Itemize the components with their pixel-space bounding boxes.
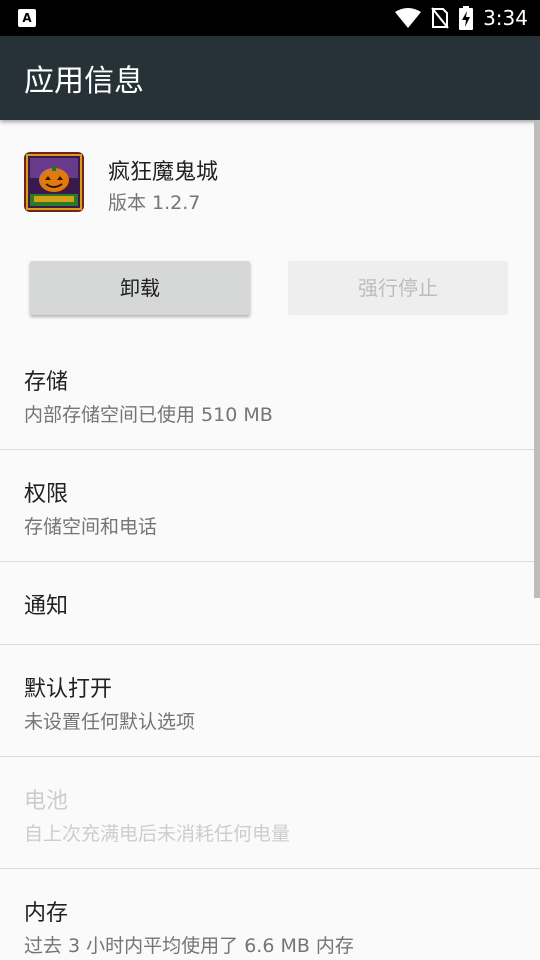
page-title: 应用信息: [24, 64, 144, 99]
status-icons: 3:34: [385, 0, 528, 36]
app-version: 版本 1.2.7: [108, 192, 201, 214]
settings-item-title: 存储: [24, 370, 69, 395]
settings-item-title: 电池: [24, 789, 69, 814]
app-header: 疯狂魔鬼城 版本 1.2.7: [0, 120, 540, 240]
app-name: 疯狂魔鬼城: [108, 160, 219, 185]
settings-item-title: 内存: [24, 901, 69, 926]
settings-item-battery: 电池 自上次充满电后未消耗任何电量: [0, 757, 540, 869]
settings-item-title: 通知: [24, 594, 69, 619]
settings-item-notifications[interactable]: 通知: [0, 562, 540, 644]
settings-item-memory[interactable]: 内存 过去 3 小时内平均使用了 6.6 MB 内存: [0, 869, 540, 960]
no-sim-icon: [431, 7, 449, 29]
app-bar: 应用信息: [0, 36, 540, 120]
settings-item-summary: 自上次充满电后未消耗任何电量: [24, 823, 291, 845]
settings-item-open-by-default[interactable]: 默认打开 未设置任何默认选项: [0, 645, 540, 757]
settings-item-summary: 未设置任何默认选项: [24, 711, 196, 733]
settings-item-summary: 内部存储空间已使用 510 MB: [24, 404, 273, 426]
battery-charging-icon: [459, 6, 474, 30]
status-bar: A 3:34: [0, 0, 540, 36]
settings-item-permissions[interactable]: 权限 存储空间和电话: [0, 450, 540, 562]
uninstall-button[interactable]: 卸载: [30, 261, 250, 315]
status-time: 3:34: [483, 6, 528, 30]
settings-item-title: 权限: [24, 482, 69, 507]
app-icon: [24, 152, 84, 212]
accessibility-notification-icon: A: [18, 9, 36, 27]
settings-item-summary: 存储空间和电话: [24, 516, 158, 538]
settings-item-title: 默认打开: [24, 677, 113, 702]
wifi-icon: [395, 8, 422, 28]
app-info-content: 疯狂魔鬼城 版本 1.2.7 卸载 强行停止 存储 内部存储空间已使用 510 …: [0, 120, 540, 960]
settings-item-storage[interactable]: 存储 内部存储空间已使用 510 MB: [0, 342, 540, 450]
settings-item-summary: 过去 3 小时内平均使用了 6.6 MB 内存: [24, 935, 354, 957]
scrollbar[interactable]: [534, 120, 540, 598]
force-stop-button[interactable]: 强行停止: [288, 261, 508, 315]
